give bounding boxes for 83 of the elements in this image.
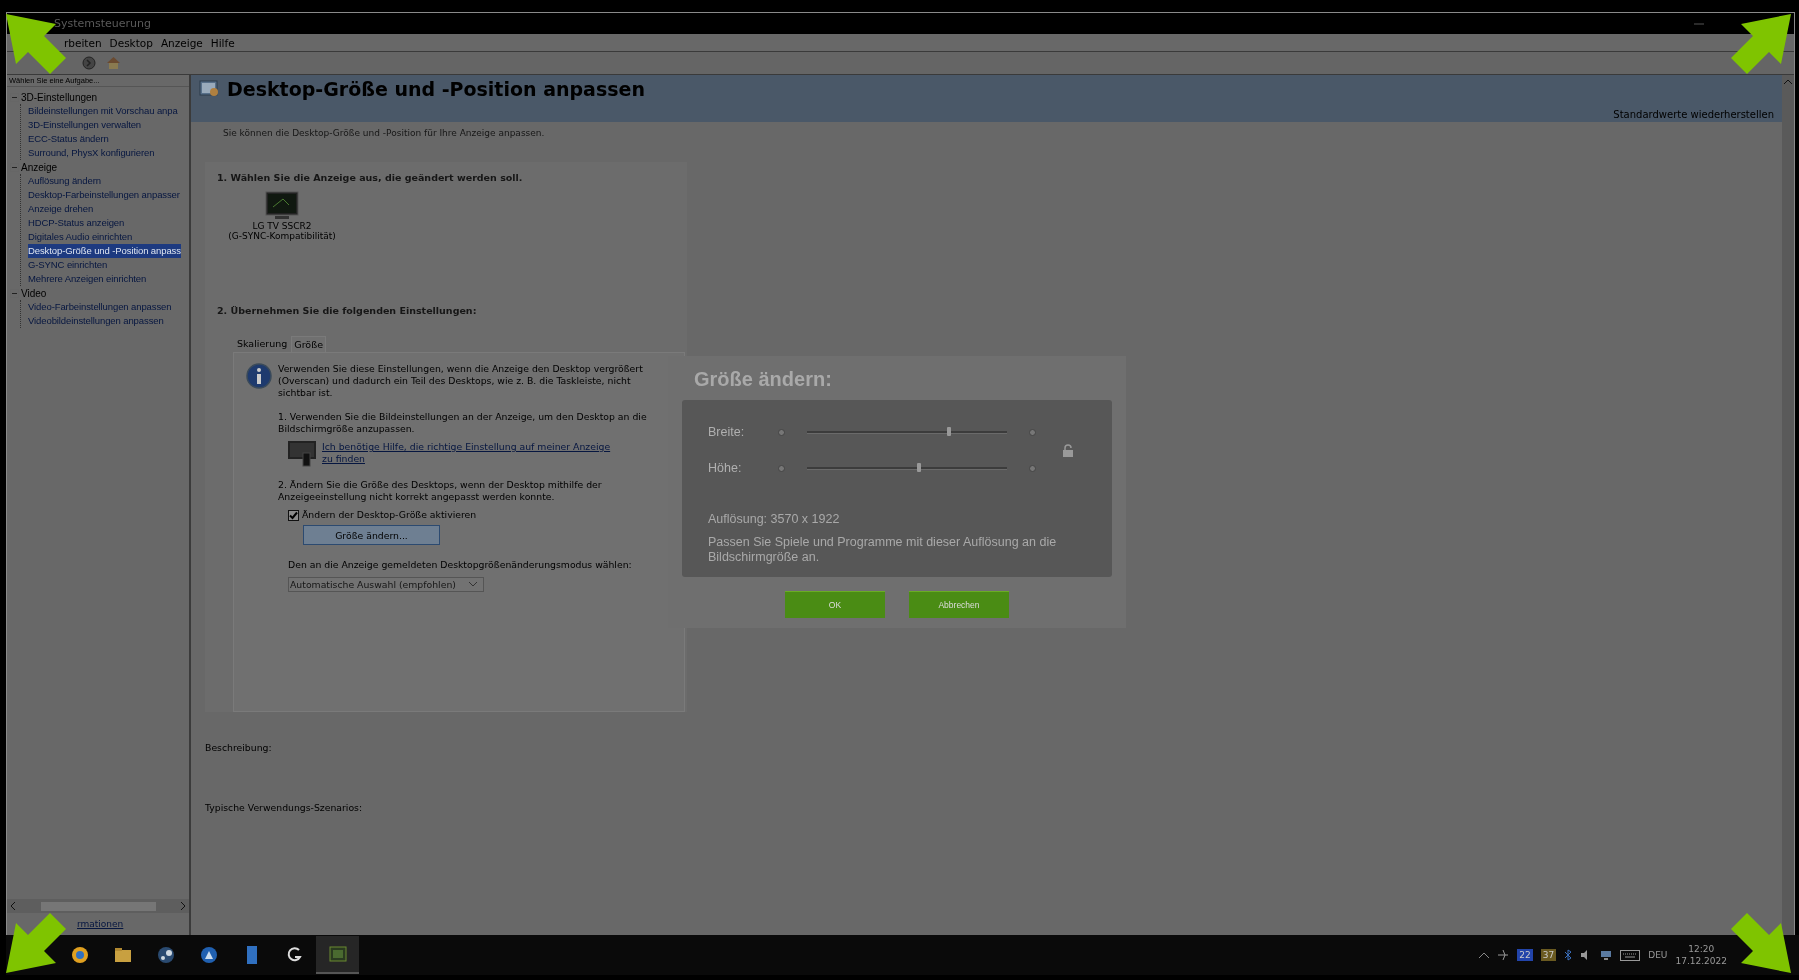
plus-icon[interactable] [1029, 428, 1036, 436]
scroll-right-icon[interactable] [180, 902, 185, 910]
tree-item[interactable]: G-SYNC einrichten [28, 258, 108, 272]
app-icon[interactable] [198, 945, 219, 965]
menu-item[interactable]: Anzeige [160, 36, 203, 49]
resolution-text: Auflösung: 3570 x 1922 [708, 512, 841, 527]
tree-item[interactable]: Surround, PhysX konfigurieren [28, 146, 155, 160]
folder-icon[interactable] [112, 945, 133, 965]
clock-time[interactable]: 12:20 [1688, 943, 1715, 955]
dialog-note: Passen Sie Spiele und Programme mit dieser Auflösung an die Bildschirmgröße an. [708, 535, 1058, 565]
scrollbar[interactable] [1782, 75, 1794, 935]
forward-icon[interactable] [82, 56, 96, 70]
display-settings-icon [199, 79, 221, 99]
restore-defaults-link[interactable]: Standardwerte wiederherstellen [1613, 109, 1774, 120]
scrollbar[interactable] [7, 899, 189, 913]
menu-item[interactable]: Desktop [109, 36, 153, 49]
checkbox-label: Ändern der Desktop-Größe aktivieren [302, 509, 477, 521]
menu-item[interactable]: rbeiten [64, 36, 102, 49]
display-item[interactable]: LG TV SSCR2 (G-SYNC-Kompatibilität) [227, 191, 337, 241]
disc-app-icon[interactable] [69, 945, 90, 965]
tab[interactable]: Skalierung [235, 336, 290, 352]
bluetooth-icon[interactable] [1564, 949, 1573, 961]
tree-item[interactable]: ECC-Status ändern [28, 132, 109, 146]
clock-date[interactable]: 17.12.2022 [1675, 955, 1727, 967]
dialog-title: Größe ändern: [693, 368, 833, 392]
language-indicator[interactable]: DEU [1648, 950, 1668, 960]
description-label: Beschreibung: [205, 742, 273, 754]
monitor-icon [265, 191, 299, 221]
dialog-button[interactable]: Abbrechen [909, 591, 1009, 618]
tree-item[interactable]: Auflösung ändern [28, 174, 101, 188]
control-panel-icon[interactable] [327, 944, 348, 964]
scenarios-label: Typische Verwendungs-Szenarios: [205, 802, 364, 814]
scroll-up-icon[interactable] [1784, 79, 1792, 84]
step-heading: 1. Wählen Sie die Anzeige aus, die geändert werden soll. [217, 172, 524, 183]
tree-group[interactable]: Video [21, 287, 47, 299]
chevron-up-icon[interactable] [1479, 952, 1490, 958]
info-icon [246, 363, 272, 389]
minus-icon[interactable] [778, 428, 785, 436]
tree-item[interactable]: Digitales Audio einrichten [28, 230, 133, 244]
tray-badge[interactable]: 22 [1517, 949, 1533, 961]
tree-group[interactable]: 3D-Einstellungen [21, 91, 98, 103]
tree-item[interactable]: Anzeige drehen [28, 202, 94, 216]
slider-label: Höhe: [708, 461, 743, 475]
tree-item[interactable]: HDCP-Status anzeigen [28, 216, 125, 230]
tab[interactable]: Größe [291, 336, 326, 352]
checkbox[interactable] [288, 509, 299, 521]
tree-item[interactable]: Videobildeinstellungen anpassen [28, 314, 164, 328]
tree-group[interactable]: Anzeige [21, 161, 58, 173]
tree-item[interactable]: Bildeinstellungen mit Vorschau anpa [28, 104, 178, 118]
dialog-button[interactable]: OK [785, 591, 885, 618]
resize-button[interactable]: Größe ändern... [303, 525, 440, 545]
minus-icon[interactable] [778, 464, 785, 472]
info-link[interactable]: rmationen [77, 919, 124, 929]
menu-item[interactable]: Hilfe [210, 36, 235, 49]
help-link[interactable]: Ich benötige Hilfe, die richtige Einstellung auf meiner Anzeige zu finden [322, 441, 612, 465]
tray-badge[interactable]: 37 [1540, 949, 1557, 961]
arrow-icon [1731, 13, 1791, 75]
slider-thumb[interactable] [947, 426, 951, 436]
tree-item[interactable]: 3D-Einstellungen verwalten [28, 118, 142, 132]
tree-item[interactable]: Desktop-Größe und -Position anpass [28, 244, 181, 258]
slider-thumb[interactable] [917, 462, 921, 472]
arrow-icon [1731, 912, 1791, 974]
home-icon[interactable] [106, 56, 121, 70]
scroll-left-icon[interactable] [11, 902, 16, 910]
mode-label: Den an die Anzeige gemeldeten Desktopgrößenänderungsmodus wählen: [288, 559, 633, 571]
instruction-text: 2. Ändern Sie die Größe des Desktops, wenn der Desktop mithilfe der Anzeigeeinstellung nicht korrekt angepasst werden konnte. [278, 479, 603, 503]
intro-text: Sie können die Desktop-Größe und -Position für Ihre Anzeige anpassen. [222, 127, 546, 138]
tree-item[interactable]: Mehrere Anzeigen einrichten [28, 272, 147, 286]
arrow-icon [6, 912, 66, 974]
lock-icon[interactable] [1062, 443, 1074, 457]
mode-dropdown[interactable]: Automatische Auswahl (empfohlen) [288, 577, 484, 592]
monitor-remote-icon [288, 441, 316, 467]
tree-item[interactable]: Desktop-Farbeinstellungen anpasser [28, 188, 180, 202]
slider-label: Breite: [708, 425, 746, 439]
keyboard-icon[interactable] [1620, 949, 1641, 961]
chevron-down-icon [469, 582, 477, 587]
tree-item[interactable]: Video-Farbeinstellungen anpassen [28, 300, 172, 314]
info-text: Verwenden Sie diese Einstellungen, wenn die Anzeige den Desktop vergrößert (Overscan) und dadurch ein Teil des Desktops, wie z. B. die Taskleiste, nicht sichtbar ist. [278, 363, 644, 399]
instruction-text: 1. Verwenden Sie die Bildeinstellungen an der Anzeige, um den Desktop an die Bildschirmgröße anzupassen. [278, 411, 648, 435]
plus-icon[interactable] [1029, 464, 1036, 472]
step-heading: 2. Übernehmen Sie die folgenden Einstellungen: [217, 305, 478, 316]
window-title: Systemsteuerung [54, 17, 152, 30]
page-title: Desktop-Größe und -Position anpassen [227, 78, 645, 100]
